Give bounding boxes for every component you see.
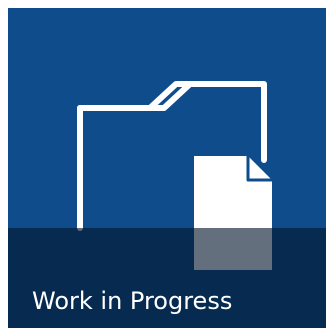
work-in-progress-tile[interactable]: Work in Progress <box>8 8 326 328</box>
tile-label: Work in Progress <box>32 287 233 315</box>
